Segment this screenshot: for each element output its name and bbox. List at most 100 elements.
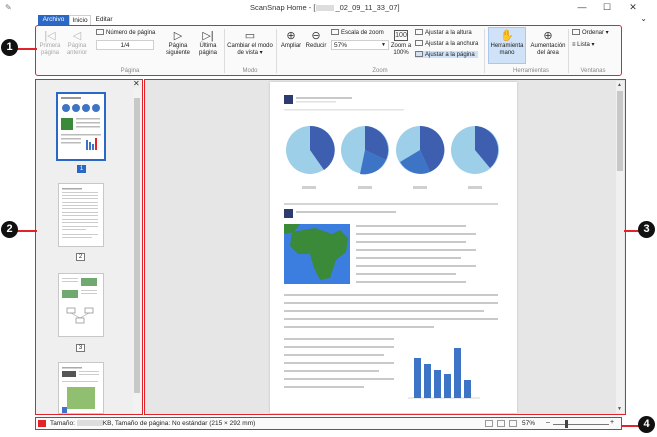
text-line [284, 346, 394, 348]
text-line [284, 338, 394, 340]
app-icon: ✎ [5, 3, 12, 12]
window-title: ScanSnap Home - [_02_09_11_33_07] [250, 3, 400, 12]
minimize-button[interactable]: — [575, 1, 589, 13]
thumbnail-page-2-preview [62, 188, 98, 238]
text-line [356, 273, 456, 275]
text-line [284, 362, 394, 364]
zoom-out-label: Reducir [305, 43, 327, 49]
close-button[interactable]: ✕ [626, 1, 640, 13]
ribbon-separator [484, 29, 485, 73]
thumbnail-page-4-preview [62, 367, 99, 413]
fit-width-button[interactable]: Ajustar a la anchura [415, 40, 478, 47]
change-view-mode-label: Cambiar el modo de vista [227, 43, 273, 56]
document-scroll-thumb[interactable] [617, 91, 623, 171]
document-scrollbar[interactable] [616, 81, 624, 413]
zoom-scale-select[interactable]: 57% ▼ [331, 40, 389, 50]
pie-chart-1 [286, 125, 335, 174]
change-view-mode-button[interactable]: ▭ Cambiar el modo de vista ▾ [227, 30, 273, 57]
zoom-scale-icon [331, 29, 339, 35]
next-page-button[interactable]: ▷ Página siguiente [163, 30, 193, 57]
zoom-slider-thumb[interactable] [565, 420, 568, 428]
zoom-plus-button[interactable]: + [610, 419, 614, 426]
first-page-button[interactable]: |◁ Primera página [38, 30, 62, 57]
tab-home[interactable]: Inicio [69, 15, 91, 25]
callout-3: 3 [638, 221, 655, 238]
first-page-label: Primera página [39, 43, 61, 56]
pie-chart-4 [451, 126, 499, 174]
page-number-icon [96, 29, 104, 35]
callout-1: 1 [1, 39, 18, 56]
text-line [356, 249, 476, 251]
thumbnail-page-number: 3 [76, 344, 85, 352]
chevron-down-icon: ▼ [381, 42, 386, 48]
callout-2: 2 [1, 221, 18, 238]
thumbnail-page-2[interactable] [58, 183, 104, 247]
zoom-minus-button[interactable]: – [546, 419, 550, 426]
thumbnail-page-1[interactable] [56, 92, 106, 161]
last-page-button[interactable]: ▷| Última página [196, 30, 220, 57]
text-line [284, 370, 379, 372]
area-zoom-icon: ⊕ [543, 30, 553, 42]
zoom-out-icon: ⊖ [311, 30, 321, 42]
scroll-up-icon[interactable]: ▲ [617, 82, 622, 88]
page-bar-chart [408, 348, 480, 399]
status-file-info: Tamaño: KB, Tamaño de página: No estánda… [50, 420, 256, 427]
fit-height-icon [415, 29, 423, 35]
page-number-label: Número de página [96, 29, 155, 36]
area-zoom-button[interactable]: ⊕ Aumentación del área [527, 30, 569, 57]
arrange-button[interactable]: Ordenar ▾ [572, 29, 609, 36]
zoom-100-button[interactable]: 100 Zoom a 100% [390, 30, 412, 57]
fit-height-button[interactable]: Ajustar a la altura [415, 29, 472, 36]
collapse-ribbon-icon[interactable]: ⌄ [640, 14, 647, 23]
arrange-icon [572, 29, 580, 35]
pie-chart-3 [396, 125, 445, 174]
thumbnail-page-3-preview [62, 278, 97, 324]
list-button[interactable]: ≡ Lista ▾ [572, 41, 595, 48]
pdf-icon [38, 420, 46, 427]
text-line [284, 294, 498, 296]
area-zoom-label: Aumentación del área [530, 43, 566, 56]
fit-page-button[interactable]: Ajustar a la página [415, 51, 478, 58]
title-bar: ✎ ScanSnap Home - [_02_09_11_33_07] — ☐ … [0, 0, 657, 15]
text-line [356, 225, 466, 227]
previous-page-button[interactable]: ◁ Página anterior [64, 30, 90, 57]
text-line [284, 302, 498, 304]
two-page-view-icon[interactable] [509, 420, 517, 427]
text-line [284, 386, 364, 388]
thumbnail-scrollbar[interactable] [133, 88, 141, 413]
ribbon-separator [276, 29, 277, 73]
scroll-down-icon[interactable]: ▼ [617, 406, 622, 412]
hand-tool-button-content[interactable]: ✋ Herramienta mano [488, 30, 526, 57]
text-line [284, 310, 484, 312]
thumbnail-scroll-thumb[interactable] [134, 98, 140, 393]
hand-tool-label: Herramienta mano [490, 43, 524, 56]
text-line [356, 265, 476, 267]
tab-edit[interactable]: Editar [93, 15, 115, 25]
continuous-view-icon[interactable] [497, 420, 505, 427]
mode-group-label: Modo [242, 68, 258, 74]
text-line [356, 257, 461, 259]
zoom-in-button[interactable]: ⊕ Ampliar [280, 30, 302, 50]
previous-page-icon: ◁ [72, 30, 82, 42]
page-number-input[interactable]: 1/4 [96, 40, 154, 50]
single-page-view-icon[interactable] [485, 420, 493, 427]
thumbnail-page-number: 1 [77, 165, 86, 173]
thumbnail-page-4[interactable] [58, 362, 104, 414]
tab-file[interactable]: Archivo [38, 15, 69, 25]
page-group-label: Página [120, 68, 140, 74]
tools-group-label: Herramientas [512, 68, 549, 74]
view-mode-icon: ▭ [244, 30, 256, 42]
thumbnail-page-1-preview [61, 97, 101, 150]
zoom-in-label: Ampliar [280, 43, 302, 49]
maximize-button[interactable]: ☐ [600, 1, 614, 13]
fit-width-icon [415, 40, 423, 46]
text-line [284, 354, 384, 356]
text-line [284, 378, 394, 380]
zoom-slider[interactable] [553, 424, 609, 425]
close-thumbnails-icon[interactable]: ✕ [133, 79, 140, 88]
zoom-out-button[interactable]: ⊖ Reducir [304, 30, 328, 50]
callout-4: 4 [638, 416, 655, 433]
zoom-100-label: Zoom a 100% [390, 43, 412, 56]
thumbnail-page-3[interactable] [58, 273, 104, 337]
last-page-label: Última página [198, 43, 218, 56]
